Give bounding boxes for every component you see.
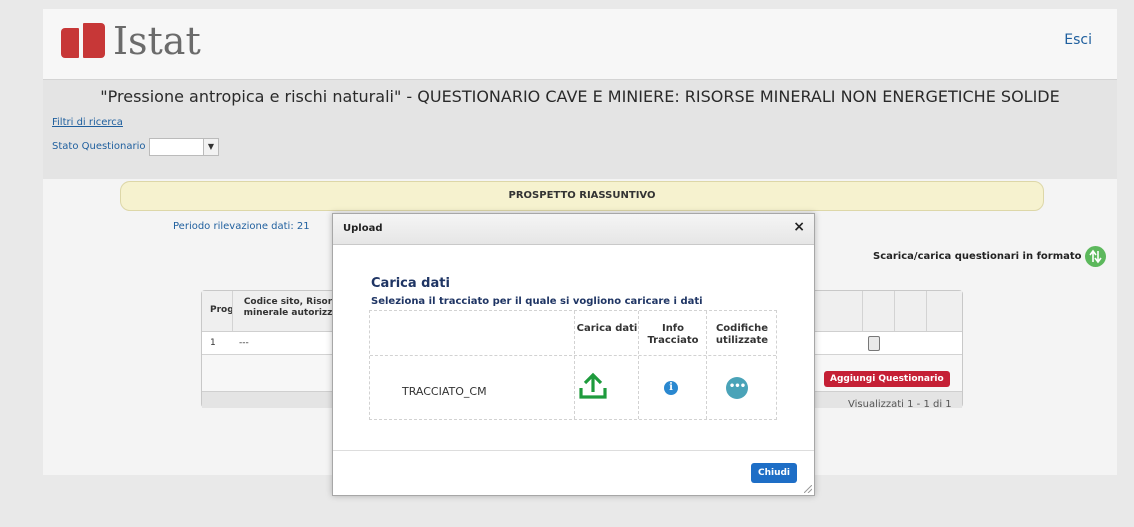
logo-text: Istat	[113, 19, 201, 63]
logo-block-right	[83, 23, 105, 58]
row-value: ---	[239, 338, 249, 348]
dialog-header: Upload ×	[333, 214, 814, 245]
tracciati-table: Carica dati Info Tracciato Codifiche uti…	[369, 310, 777, 420]
header: Istat Esci	[43, 9, 1117, 79]
dialog-subheading: Seleziona il tracciato per il quale si v…	[371, 296, 703, 307]
chiudi-button[interactable]: Chiudi	[751, 463, 797, 483]
sort-arrows-icon[interactable]	[1085, 246, 1106, 267]
logo-block-left	[61, 28, 79, 58]
stato-questionario-label: Stato Questionario	[52, 141, 146, 152]
col-codice: Codice sito, Risor minerale autorizz	[243, 297, 333, 318]
document-icon[interactable]	[868, 336, 880, 351]
records-count: Visualizzati 1 - 1 di 1	[848, 399, 952, 410]
stato-questionario-select[interactable]: ▼	[149, 138, 219, 156]
logout-link[interactable]: Esci	[1064, 32, 1092, 48]
csv-label: Scarica/carica questionari in formato cs…	[873, 251, 1104, 262]
filters-panel: Filtri di ricerca Stato Questionario ▼	[43, 113, 1117, 179]
aggiungi-questionario-button[interactable]: Aggiungi Questionario	[824, 371, 950, 387]
grid-divider	[232, 291, 233, 331]
upload-dialog: Upload × Carica dati Seleziona il tracci…	[332, 213, 815, 496]
upload-arrow-icon[interactable]	[578, 371, 608, 405]
resize-handle-icon[interactable]	[804, 485, 812, 493]
chevron-down-icon[interactable]: ▼	[203, 139, 218, 155]
dialog-title: Upload	[343, 223, 383, 234]
more-glyph: •••	[728, 381, 746, 392]
more-dots-icon[interactable]: •••	[726, 377, 748, 399]
grid-divider	[862, 291, 863, 331]
info-icon[interactable]: i	[664, 381, 678, 395]
col-info-tracciato: Info Tracciato	[647, 323, 699, 346]
table-divider	[370, 355, 776, 356]
row-number: 1	[210, 338, 216, 348]
prospetto-label: PROSPETTO RIASSUNTIVO	[508, 190, 656, 201]
periodo-rilevazione: Periodo rilevazione dati: 21	[173, 221, 310, 232]
grid-divider	[894, 291, 895, 331]
col-carica-dati: Carica dati	[576, 323, 638, 334]
filtri-di-ricerca-link[interactable]: Filtri di ricerca	[52, 117, 123, 128]
table-divider	[574, 311, 575, 419]
tracciato-cm-label: TRACCIATO_CM	[402, 385, 487, 398]
col-codifiche: Codifiche utilizzate	[715, 323, 769, 346]
title-bar: "Pressione antropica e rischi naturali" …	[43, 79, 1117, 114]
page-title: "Pressione antropica e rischi naturali" …	[100, 87, 1060, 106]
grid-divider	[926, 291, 927, 331]
dialog-heading: Carica dati	[371, 276, 450, 291]
table-divider	[706, 311, 707, 419]
table-divider	[638, 311, 639, 419]
close-icon[interactable]: ×	[793, 219, 805, 235]
dialog-footer-divider	[333, 450, 814, 451]
prospetto-riassuntivo-bar: PROSPETTO RIASSUNTIVO	[120, 181, 1044, 211]
info-glyph: i	[669, 382, 673, 393]
col-prog: Prog	[210, 305, 234, 315]
